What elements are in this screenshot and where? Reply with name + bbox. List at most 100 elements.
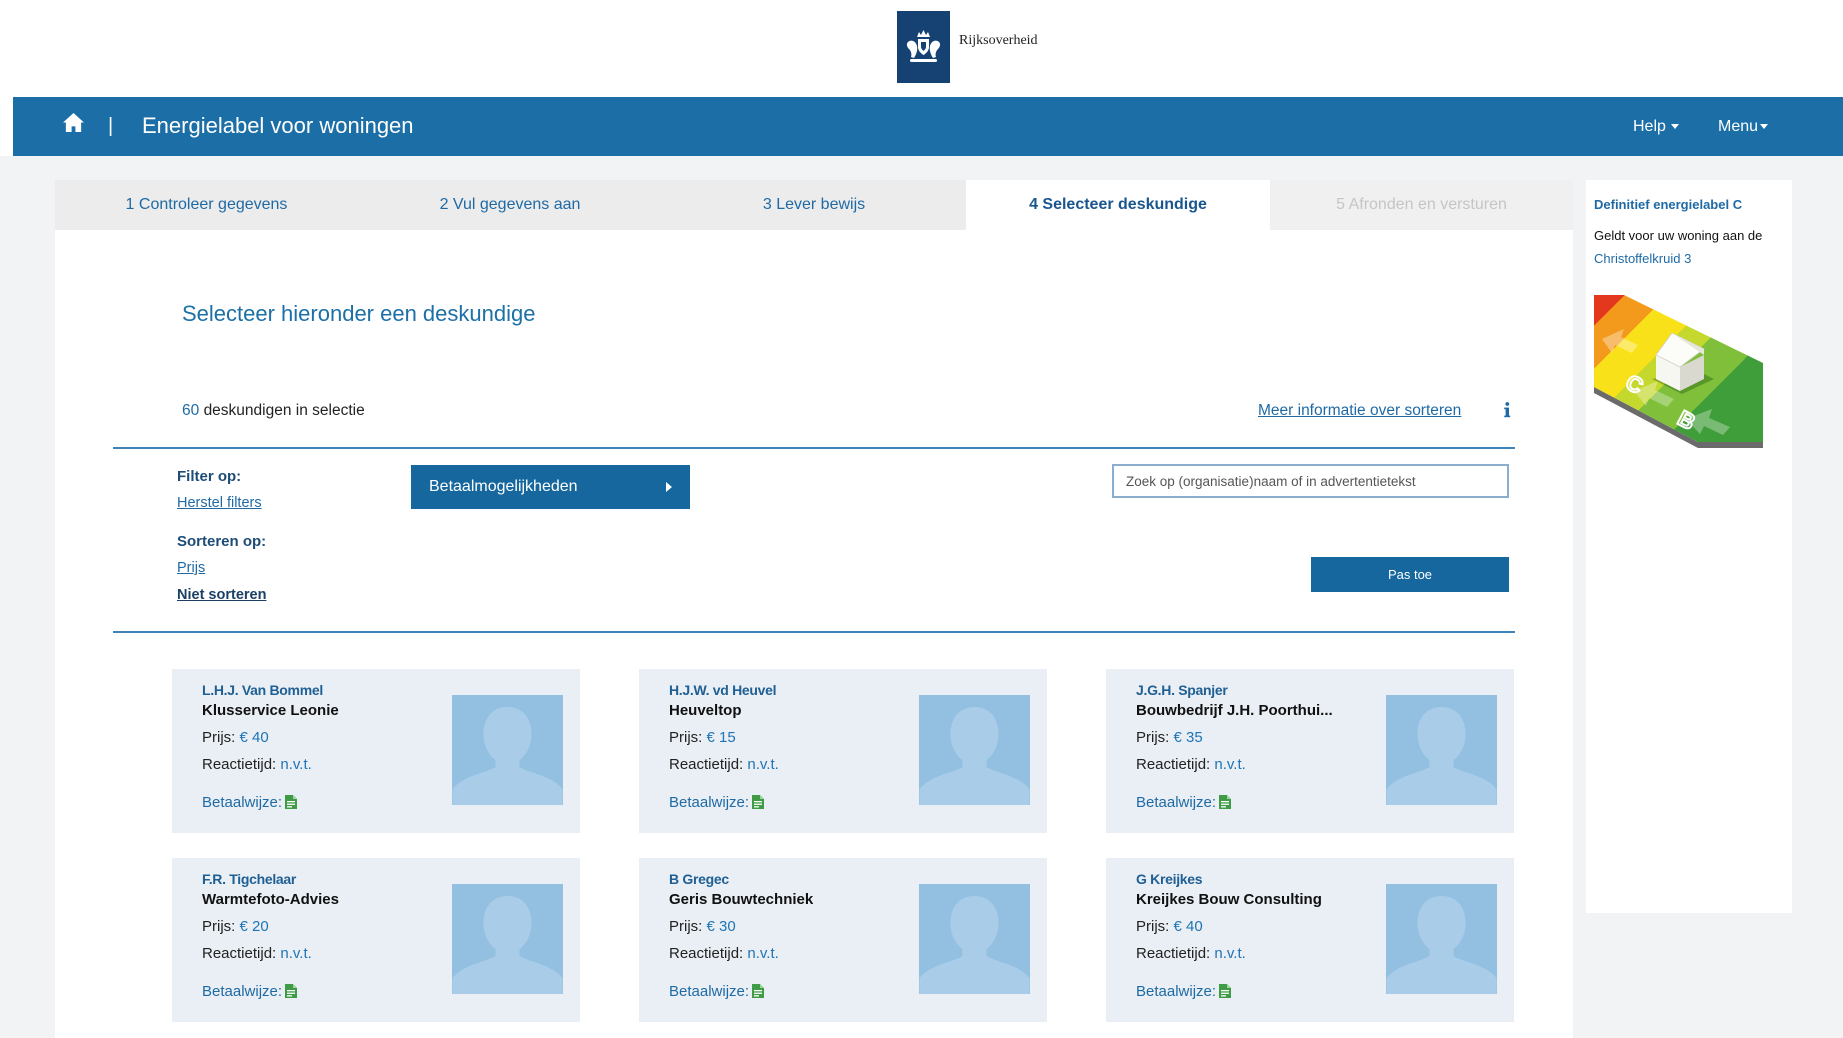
expert-name-link[interactable]: G Kreijkes	[1136, 868, 1203, 890]
document-icon	[1219, 794, 1232, 809]
caret-down-icon	[1760, 124, 1769, 130]
expert-price-row: Prijs: € 15	[669, 727, 736, 749]
expert-price-row: Prijs: € 35	[1136, 727, 1203, 749]
expert-name-link[interactable]: B Gregec	[669, 868, 729, 890]
expert-price-row: Prijs: € 20	[202, 916, 269, 938]
energy-label-illustration: C B	[1594, 295, 1763, 448]
payment-options-label: Betaalmogelijkheden	[429, 478, 578, 495]
payment-options-button[interactable]: Betaalmogelijkheden	[411, 465, 690, 509]
expert-payment-row: Betaalwijze:	[202, 981, 298, 1003]
tab-label: 1 Controleer gegevens	[125, 196, 288, 213]
expert-payment-row: Betaalwijze:	[1136, 981, 1232, 1003]
info-icon[interactable]	[1503, 402, 1511, 418]
expert-response-time: n.v.t.	[1214, 945, 1246, 962]
sort-by-price-link[interactable]: Prijs	[177, 558, 205, 578]
expert-grid: L.H.J. Van Bommel Klusservice Leonie Pri…	[172, 669, 1514, 1022]
expert-company: Kreijkes Bouw Consulting	[1136, 891, 1322, 908]
logo-wordmark: Rijksoverheid	[959, 33, 1038, 48]
expert-price-row: Prijs: € 40	[202, 727, 269, 749]
price-label: Prijs:	[669, 918, 703, 935]
main-navbar: | Energielabel voor woningen Help Menu	[13, 97, 1843, 156]
home-icon[interactable]	[62, 112, 85, 133]
menu-label: Menu	[1718, 118, 1759, 135]
sort-label: Sorteren op:	[177, 533, 267, 550]
main-menu[interactable]: Menu	[1718, 116, 1769, 138]
apply-button[interactable]: Pas toe	[1311, 557, 1509, 592]
expert-response-row: Reactietijd: n.v.t.	[669, 754, 779, 776]
caret-down-icon	[1670, 124, 1679, 130]
result-count: 60 deskundigen in selectie	[182, 400, 365, 422]
result-count-label: deskundigen in selectie	[203, 402, 365, 419]
expert-card[interactable]: L.H.J. Van Bommel Klusservice Leonie Pri…	[172, 669, 580, 833]
tab-label: 3 Lever bewijs	[762, 196, 866, 213]
crest-icon	[906, 30, 941, 62]
rijksoverheid-logo[interactable]	[897, 11, 950, 83]
price-label: Prijs:	[1136, 918, 1170, 935]
price-label: Prijs:	[202, 918, 236, 935]
user-placeholder-icon	[919, 884, 1030, 994]
expert-company: Geris Bouwtechniek	[669, 891, 814, 908]
result-count-number: 60	[182, 402, 200, 419]
expert-company: Warmtefoto-Advies	[202, 891, 339, 908]
expert-payment-row: Betaalwijze:	[1136, 792, 1232, 814]
document-icon	[285, 794, 298, 809]
response-label: Reactietijd:	[202, 756, 277, 773]
expert-payment-row: Betaalwijze:	[202, 792, 298, 814]
step-tabs: 1 Controleer gegevens 2 Vul gegevens aan…	[55, 180, 1573, 230]
expert-name-link[interactable]: J.G.H. Spanjer	[1136, 679, 1228, 701]
tab-step-1[interactable]: 1 Controleer gegevens	[55, 180, 358, 230]
help-label: Help	[1633, 118, 1666, 135]
expert-response-row: Reactietijd: n.v.t.	[1136, 754, 1246, 776]
help-menu[interactable]: Help	[1633, 116, 1679, 138]
app-title[interactable]: Energielabel voor woningen	[142, 112, 414, 140]
sort-info-link[interactable]: Meer informatie over sorteren	[1258, 400, 1461, 422]
tab-step-5: 5 Afronden en versturen	[1270, 180, 1573, 230]
divider	[113, 447, 1515, 449]
user-placeholder-icon	[452, 884, 563, 994]
page-title: Selecteer hieronder een deskundige	[182, 301, 536, 326]
energy-label-subtitle: Geldt voor uw woning aan de	[1594, 228, 1763, 243]
search-input[interactable]	[1112, 464, 1509, 498]
payment-label: Betaalwijze:	[1136, 983, 1217, 1000]
expert-price: € 40	[1173, 918, 1203, 935]
expert-name-link[interactable]: F.R. Tigchelaar	[202, 868, 296, 890]
price-label: Prijs:	[202, 729, 236, 746]
expert-card[interactable]: H.J.W. vd Heuvel Heuveltop Prijs: € 15 R…	[639, 669, 1047, 833]
expert-price: € 30	[706, 918, 736, 935]
top-header: Rijksoverheid	[0, 0, 1843, 97]
price-label: Prijs:	[1136, 729, 1170, 746]
user-placeholder-icon	[1386, 695, 1497, 805]
expert-price: € 35	[1173, 729, 1203, 746]
tab-label: 5 Afronden en versturen	[1336, 196, 1507, 213]
main-panel: 1 Controleer gegevens 2 Vul gegevens aan…	[55, 180, 1573, 1038]
expert-card[interactable]: G Kreijkes Kreijkes Bouw Consulting Prij…	[1106, 858, 1514, 1022]
response-label: Reactietijd:	[1136, 945, 1211, 962]
divider	[113, 631, 1515, 633]
response-label: Reactietijd:	[202, 945, 277, 962]
expert-response-row: Reactietijd: n.v.t.	[202, 754, 312, 776]
response-label: Reactietijd:	[1136, 756, 1211, 773]
user-placeholder-icon	[919, 695, 1030, 805]
tab-step-3[interactable]: 3 Lever bewijs	[662, 180, 966, 230]
energy-label-sidebar: Definitief energielabel C Geldt voor uw …	[1586, 180, 1792, 913]
expert-response-time: n.v.t.	[747, 756, 779, 773]
expert-card[interactable]: F.R. Tigchelaar Warmtefoto-Advies Prijs:…	[172, 858, 580, 1022]
expert-card[interactable]: B Gregec Geris Bouwtechniek Prijs: € 30 …	[639, 858, 1047, 1022]
payment-label: Betaalwijze:	[669, 983, 750, 1000]
tab-step-2[interactable]: 2 Vul gegevens aan	[358, 180, 662, 230]
payment-label: Betaalwijze:	[1136, 794, 1217, 811]
expert-card[interactable]: J.G.H. Spanjer Bouwbedrijf J.H. Poorthui…	[1106, 669, 1514, 833]
sort-none-link[interactable]: Niet sorteren	[177, 585, 266, 605]
expert-company: Bouwbedrijf J.H. Poorthui...	[1136, 702, 1333, 719]
payment-label: Betaalwijze:	[669, 794, 750, 811]
expert-name-link[interactable]: L.H.J. Van Bommel	[202, 679, 323, 701]
user-placeholder-icon	[1386, 884, 1497, 994]
response-label: Reactietijd:	[669, 756, 744, 773]
expert-name-link[interactable]: H.J.W. vd Heuvel	[669, 679, 777, 701]
expert-price: € 40	[239, 729, 269, 746]
tab-label: 4 Selecteer deskundige	[1029, 196, 1207, 213]
reset-filters-link[interactable]: Herstel filters	[177, 493, 262, 513]
expert-response-row: Reactietijd: n.v.t.	[202, 943, 312, 965]
filter-label: Filter op:	[177, 468, 242, 485]
expert-price: € 15	[706, 729, 736, 746]
